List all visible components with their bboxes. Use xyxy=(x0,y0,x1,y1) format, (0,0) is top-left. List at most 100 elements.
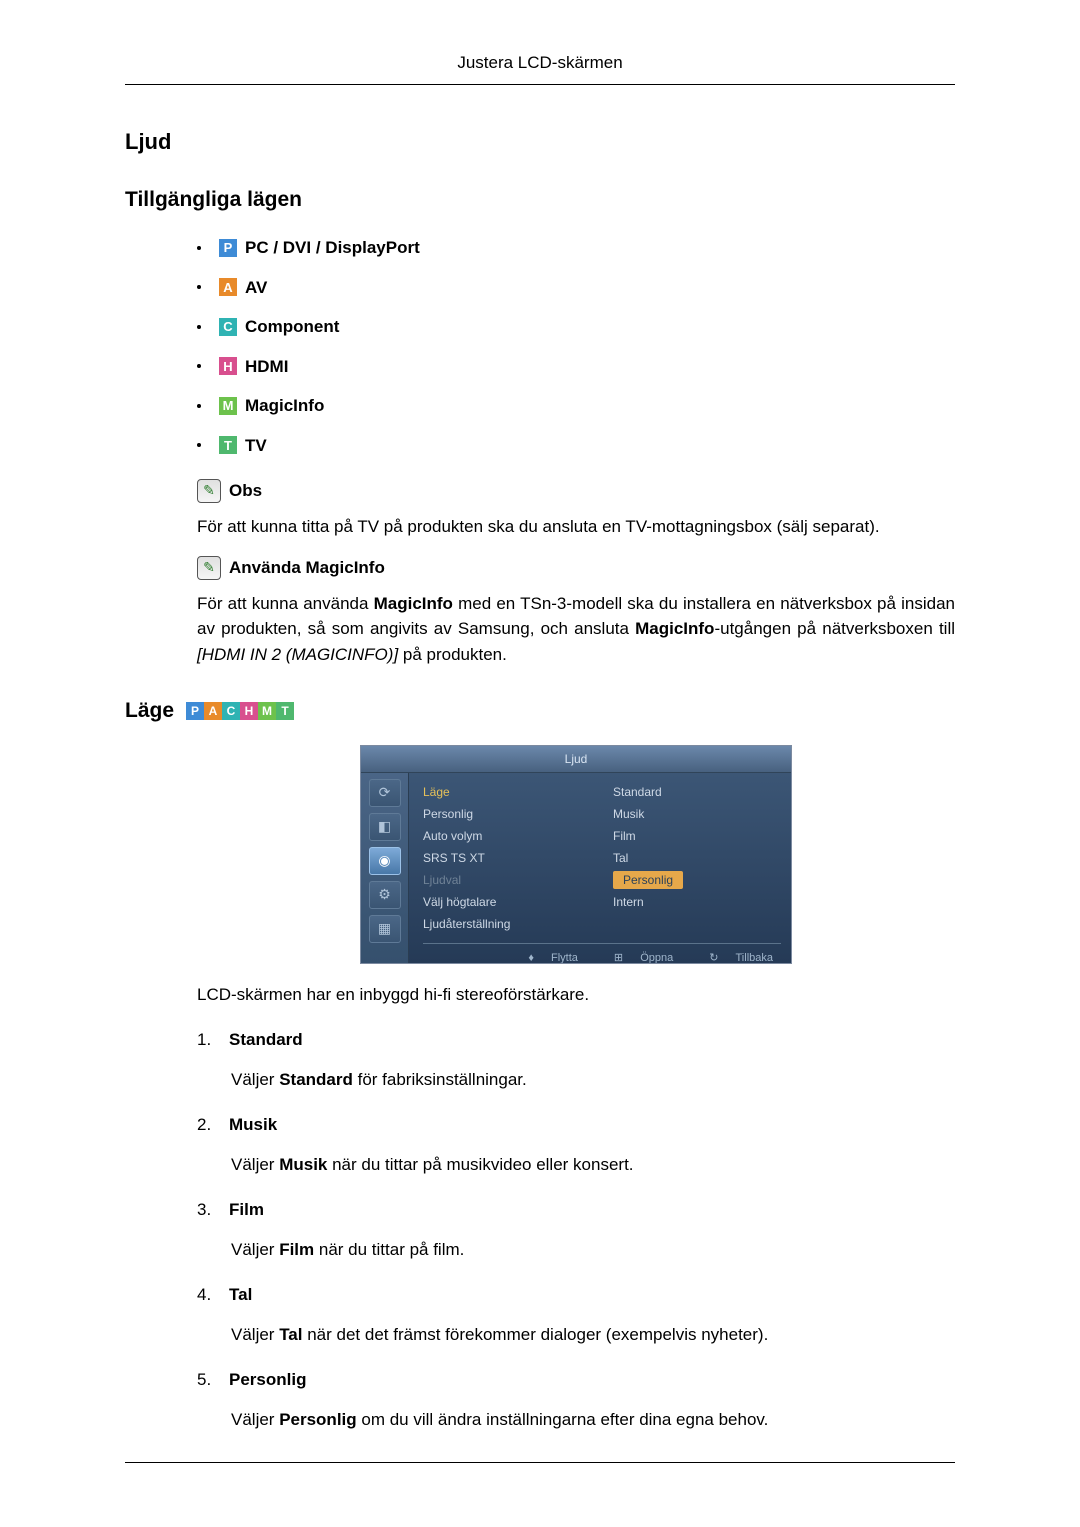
osd-rows: LägeStandard PersonligMusik Auto volymFi… xyxy=(423,781,781,935)
bullet-icon xyxy=(197,246,201,250)
note-icon: ✎ xyxy=(197,556,221,580)
osd-row: Välj högtalareIntern xyxy=(423,891,781,913)
text-bold: Film xyxy=(279,1240,314,1259)
text-bold: Personlig xyxy=(279,1410,356,1429)
lage-title: Läge xyxy=(125,695,174,727)
h-icon: H xyxy=(240,702,258,720)
c-icon: C xyxy=(222,702,240,720)
lage-icon-strip: P A C H M T xyxy=(186,702,294,720)
t-icon: T xyxy=(276,702,294,720)
m-icon: M xyxy=(258,702,276,720)
osd-row: Ljudåterställning xyxy=(423,913,781,935)
mode-item: A AV xyxy=(197,275,955,301)
note-icon: ✎ xyxy=(197,479,221,503)
header-rule xyxy=(125,84,955,85)
text-bold: Musik xyxy=(279,1155,327,1174)
lage-numbered-list: Standard Väljer Standard för fabriksinst… xyxy=(197,1027,955,1432)
osd-row: Personlig Musik xyxy=(423,803,781,825)
list-item: Personlig Väljer Personlig om du vill än… xyxy=(197,1367,955,1432)
osd-row-val: Personlig xyxy=(613,871,683,889)
osd-sidebar-icon: ⚙ xyxy=(369,881,401,909)
mode-item: H HDMI xyxy=(197,354,955,380)
item-desc: Väljer Musik när du tittar på musikvideo… xyxy=(231,1152,955,1178)
osd-row-key: Auto volym xyxy=(423,827,573,845)
note-magic-text: För att kunna använda MagicInfo med en T… xyxy=(197,591,955,668)
osd-row-val: Intern xyxy=(613,893,644,911)
mode-label: MagicInfo xyxy=(245,393,324,419)
bullet-icon xyxy=(197,443,201,447)
osd-row: Auto volym Film xyxy=(423,825,781,847)
osd-footer-label: Öppna xyxy=(626,952,673,964)
text-fragment: för fabriksinställningar. xyxy=(353,1070,527,1089)
mode-label: Component xyxy=(245,314,339,340)
bullet-icon xyxy=(197,325,201,329)
item-label: Standard xyxy=(229,1027,303,1053)
a-icon: A xyxy=(204,702,222,720)
osd-footer-label: Tillbaka xyxy=(722,952,774,964)
text-fragment: Väljer xyxy=(231,1325,279,1344)
list-item: Tal Väljer Tal när det det främst föreko… xyxy=(197,1282,955,1347)
note-obs-text: För att kunna titta på TV på produkten s… xyxy=(197,514,955,540)
item-desc: Väljer Personlig om du vill ändra instäl… xyxy=(231,1407,955,1433)
osd-row-val: Musik xyxy=(613,805,644,823)
osd-footer-back: ↻ Tillbaka xyxy=(695,950,773,964)
osd-row-val: Film xyxy=(613,827,636,845)
mode-label: HDMI xyxy=(245,354,288,380)
modes-list: P PC / DVI / DisplayPort A AV C Componen… xyxy=(197,235,955,458)
osd-footer-open: ⊞ Öppna xyxy=(600,950,673,964)
osd-sidebar: ⟳ ◧ ◉ ⚙ ▦ xyxy=(361,773,409,963)
list-item: Film Väljer Film när du tittar på film. xyxy=(197,1197,955,1262)
osd-sidebar-icon: ◉ xyxy=(369,847,401,875)
osd-row-key: Ljudval xyxy=(423,871,573,889)
text-fragment: på produkten. xyxy=(398,645,507,664)
osd-sidebar-icon: ▦ xyxy=(369,915,401,943)
list-item: Musik Väljer Musik när du tittar på musi… xyxy=(197,1112,955,1177)
osd-row-key: Läge xyxy=(423,783,573,801)
section-title: Ljud xyxy=(125,125,955,158)
item-label: Musik xyxy=(229,1112,277,1138)
t-icon: T xyxy=(219,436,237,454)
osd-row-val: Tal xyxy=(613,849,628,867)
osd-row-key: Personlig xyxy=(423,805,573,823)
text-fragment: när det det främst förekommer dialoger (… xyxy=(303,1325,769,1344)
item-desc: Väljer Standard för fabriksinställningar… xyxy=(231,1067,955,1093)
mode-label: AV xyxy=(245,275,267,301)
text-fragment: Väljer xyxy=(231,1155,279,1174)
text-fragment: Väljer xyxy=(231,1410,279,1429)
list-item: Standard Väljer Standard för fabriksinst… xyxy=(197,1027,955,1092)
osd-sidebar-icon: ⟳ xyxy=(369,779,401,807)
mode-item: T TV xyxy=(197,433,955,459)
item-label: Tal xyxy=(229,1282,252,1308)
a-icon: A xyxy=(219,278,237,296)
bullet-icon xyxy=(197,404,201,408)
mode-item: C Component xyxy=(197,314,955,340)
text-fragment: Väljer xyxy=(231,1240,279,1259)
bullet-icon xyxy=(197,364,201,368)
osd-screenshot: Ljud ⟳ ◧ ◉ ⚙ ▦ LägeStandard PersonligMus… xyxy=(197,745,955,964)
text-fragment: För att kunna använda xyxy=(197,594,374,613)
note-magic-label: Använda MagicInfo xyxy=(229,555,385,581)
text-bold: Standard xyxy=(279,1070,353,1089)
p-icon: P xyxy=(219,239,237,257)
item-desc: Väljer Film när du tittar på film. xyxy=(231,1237,955,1263)
mode-label: TV xyxy=(245,433,267,459)
text-fragment: om du vill ändra inställningarna efter d… xyxy=(357,1410,769,1429)
osd-row-key: SRS TS XT xyxy=(423,849,573,867)
osd-sidebar-icon: ◧ xyxy=(369,813,401,841)
mode-item: P PC / DVI / DisplayPort xyxy=(197,235,955,261)
item-desc: Väljer Tal när det det främst förekommer… xyxy=(231,1322,955,1348)
osd-divider xyxy=(423,943,781,944)
text-fragment: Väljer xyxy=(231,1070,279,1089)
subsection-title: Tillgängliga lägen xyxy=(125,184,955,216)
c-icon: C xyxy=(219,318,237,336)
osd-row: Ljudval Personlig xyxy=(423,869,781,891)
text-fragment: när du tittar på film. xyxy=(314,1240,464,1259)
h-icon: H xyxy=(219,357,237,375)
osd-row-key: Ljudåterställning xyxy=(423,915,573,933)
mode-item: M MagicInfo xyxy=(197,393,955,419)
osd-footer-label: Flytta xyxy=(537,952,578,964)
p-icon: P xyxy=(186,702,204,720)
text-bold: MagicInfo xyxy=(374,594,453,613)
note-obs-label: Obs xyxy=(229,478,262,504)
osd-title: Ljud xyxy=(361,746,791,773)
